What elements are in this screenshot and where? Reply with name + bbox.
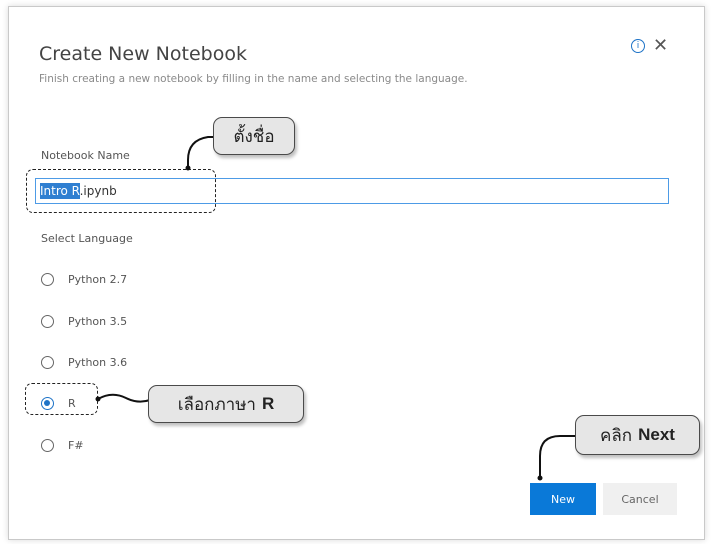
close-icon[interactable]: ✕ (653, 35, 668, 56)
dialog-title: Create New Notebook (39, 43, 247, 65)
radio-button[interactable] (41, 272, 54, 286)
radio-label: F# (68, 438, 84, 452)
notebook-name-label: Notebook Name (41, 149, 130, 162)
next-callout-bold: Next (638, 425, 675, 444)
next-callout-text: คลิก (600, 425, 633, 446)
radio-fsharp[interactable]: F# (41, 435, 84, 455)
dialog-subtitle: Finish creating a new notebook by fillin… (39, 73, 468, 85)
radio-label: Python 3.5 (68, 314, 128, 328)
radio-r-highlight-box (25, 383, 98, 415)
language-callout-bold: R (261, 394, 275, 413)
language-callout: เลือกภาษา R (148, 385, 304, 423)
select-language-label: Select Language (41, 232, 133, 245)
name-callout: ตั้งชื่อ (213, 117, 295, 155)
info-icon[interactable]: i (631, 39, 645, 53)
create-notebook-dialog: Create New Notebook Finish creating a ne… (8, 6, 705, 540)
radio-label: Python 3.6 (68, 355, 128, 369)
radio-python-35[interactable]: Python 3.5 (41, 311, 127, 331)
radio-label: Python 2.7 (68, 272, 128, 286)
language-callout-text: เลือกภาษา (177, 394, 256, 415)
cancel-button[interactable]: Cancel (603, 483, 677, 515)
radio-button[interactable] (41, 355, 54, 369)
radio-button[interactable] (41, 438, 54, 452)
radio-python-36[interactable]: Python 3.6 (41, 352, 127, 372)
next-callout: คลิก Next (575, 415, 700, 455)
name-highlight-box (26, 169, 216, 213)
radio-button[interactable] (41, 314, 54, 328)
name-callout-text: ตั้งชื่อ (233, 126, 275, 147)
new-button[interactable]: New (530, 483, 596, 515)
radio-python-27[interactable]: Python 2.7 (41, 269, 127, 289)
